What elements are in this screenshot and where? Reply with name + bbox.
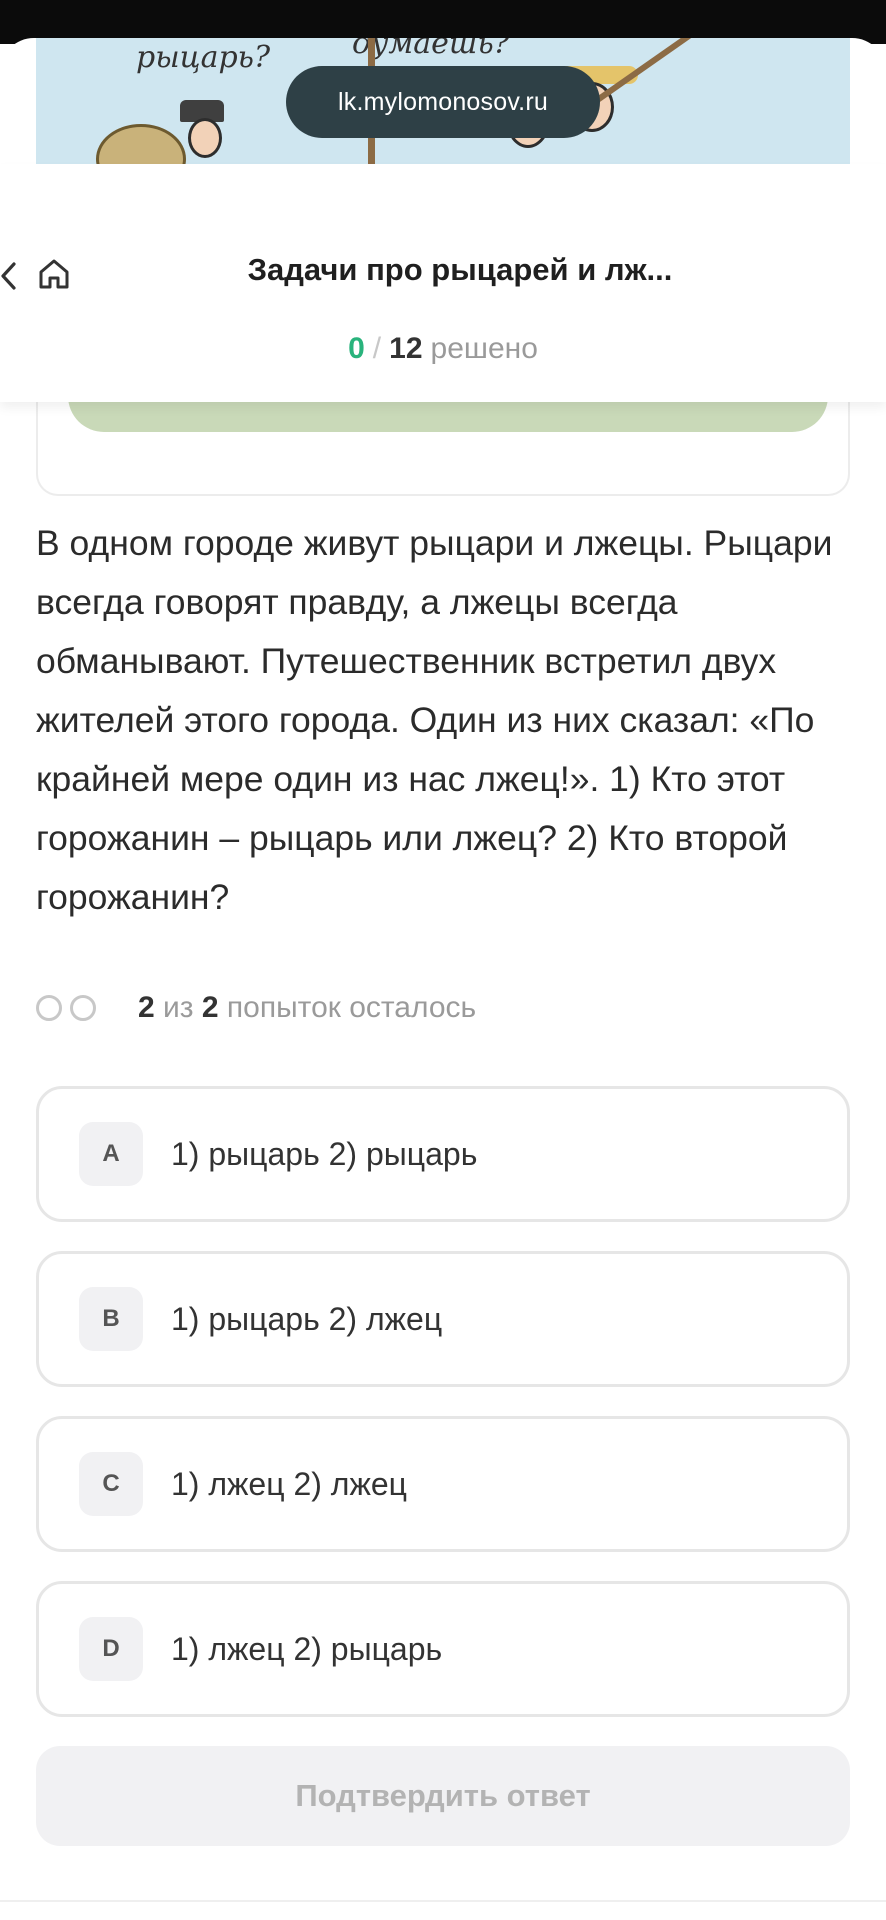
solved-count: 0: [348, 332, 365, 365]
option-letter: C: [79, 1452, 143, 1516]
answer-option-b[interactable]: B 1) рыцарь 2) лжец: [36, 1251, 850, 1387]
attempts-left: 2: [138, 991, 155, 1024]
attempt-dot: [36, 995, 62, 1021]
attempt-dot: [70, 995, 96, 1021]
option-text: 1) лжец 2) рыцарь: [171, 1630, 443, 1667]
illustration-caption-right: думаешь?: [352, 38, 510, 61]
attempts-indicator: 2 из 2 попыток осталось: [36, 988, 476, 1028]
answer-option-d[interactable]: D 1) лжец 2) рыцарь: [36, 1581, 850, 1717]
solved-progress: 0/12 решено: [0, 332, 886, 366]
chevron-left-icon[interactable]: [0, 256, 22, 296]
progress-separator: /: [372, 332, 382, 365]
solved-label: решено: [430, 332, 538, 365]
attempts-of: из: [163, 991, 194, 1024]
option-text: 1) рыцарь 2) рыцарь: [171, 1135, 478, 1172]
option-letter: A: [79, 1122, 143, 1186]
bottom-divider: [0, 1900, 886, 1902]
home-icon[interactable]: [34, 254, 74, 294]
option-letter: B: [79, 1287, 143, 1351]
page-sheet: рыцарь? думаешь? Задачи про рыцарей и лж…: [0, 38, 886, 1920]
answer-option-c[interactable]: C 1) лжец 2) лжец: [36, 1416, 850, 1552]
confirm-answer-button[interactable]: Подтвердить ответ: [36, 1746, 850, 1846]
illustration-caption-left: рыцарь?: [136, 40, 271, 75]
url-pill[interactable]: lk.mylomonosov.ru: [286, 66, 600, 138]
attempts-total: 2: [201, 991, 219, 1024]
option-letter: D: [79, 1617, 143, 1681]
page-title: Задачи про рыцарей и лж...: [247, 252, 673, 287]
option-text: 1) рыцарь 2) лжец: [171, 1300, 443, 1337]
option-text: 1) лжец 2) лжец: [171, 1465, 407, 1502]
illustration-head: [188, 118, 222, 158]
total-count: 12: [389, 332, 423, 365]
answer-option-a[interactable]: A 1) рыцарь 2) рыцарь: [36, 1086, 850, 1222]
attempts-label: попыток осталось: [226, 991, 477, 1024]
question-text: В одном городе живут рыцари и лжецы. Рыц…: [36, 523, 833, 917]
task-header: Задачи про рыцарей и лж... 0/12 решено: [0, 164, 886, 402]
illustration-hair: [96, 124, 186, 164]
